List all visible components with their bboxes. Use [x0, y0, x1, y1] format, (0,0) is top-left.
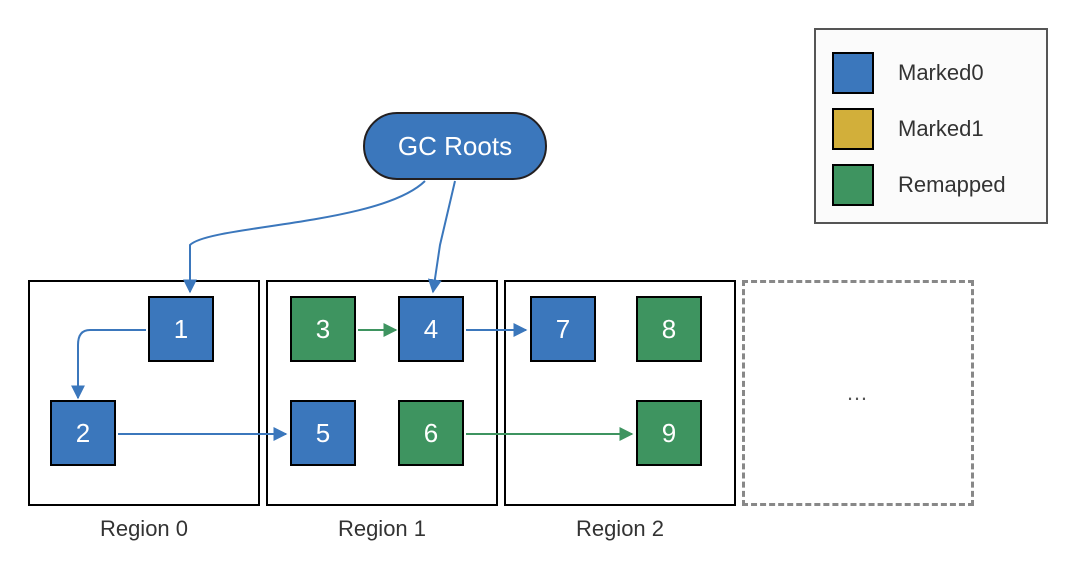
legend-item-remapped: Remapped	[832, 164, 1030, 206]
cell-6: 6	[398, 400, 464, 466]
cell-3: 3	[290, 296, 356, 362]
cell-8: 8	[636, 296, 702, 362]
cell-6-text: 6	[424, 418, 438, 449]
cell-4-text: 4	[424, 314, 438, 345]
gc-roots-label: GC Roots	[398, 131, 512, 162]
legend-label-marked1: Marked1	[898, 116, 984, 142]
cell-2-text: 2	[76, 418, 90, 449]
diagram-canvas: GC Roots Marked0 Marked1 Remapped … Regi…	[0, 0, 1080, 572]
legend: Marked0 Marked1 Remapped	[814, 28, 1048, 224]
region-0	[28, 280, 260, 506]
region-label-2: Region 2	[504, 516, 736, 542]
legend-label-remapped: Remapped	[898, 172, 1006, 198]
cell-1-text: 1	[174, 314, 188, 345]
region-empty-ellipsis: …	[846, 380, 870, 406]
cell-1: 1	[148, 296, 214, 362]
edge-root-c4	[433, 181, 455, 292]
legend-swatch-marked1	[832, 108, 874, 150]
cell-2: 2	[50, 400, 116, 466]
region-empty: …	[742, 280, 974, 506]
legend-swatch-marked0	[832, 52, 874, 94]
cell-9: 9	[636, 400, 702, 466]
legend-item-marked0: Marked0	[832, 52, 1030, 94]
cell-5-text: 5	[316, 418, 330, 449]
cell-7: 7	[530, 296, 596, 362]
legend-swatch-remapped	[832, 164, 874, 206]
cell-5: 5	[290, 400, 356, 466]
legend-label-marked0: Marked0	[898, 60, 984, 86]
cell-4: 4	[398, 296, 464, 362]
cell-7-text: 7	[556, 314, 570, 345]
cell-8-text: 8	[662, 314, 676, 345]
region-label-0: Region 0	[28, 516, 260, 542]
cell-3-text: 3	[316, 314, 330, 345]
cell-9-text: 9	[662, 418, 676, 449]
gc-roots-node: GC Roots	[363, 112, 547, 180]
region-label-1: Region 1	[266, 516, 498, 542]
legend-item-marked1: Marked1	[832, 108, 1030, 150]
edge-root-c1	[190, 181, 425, 292]
